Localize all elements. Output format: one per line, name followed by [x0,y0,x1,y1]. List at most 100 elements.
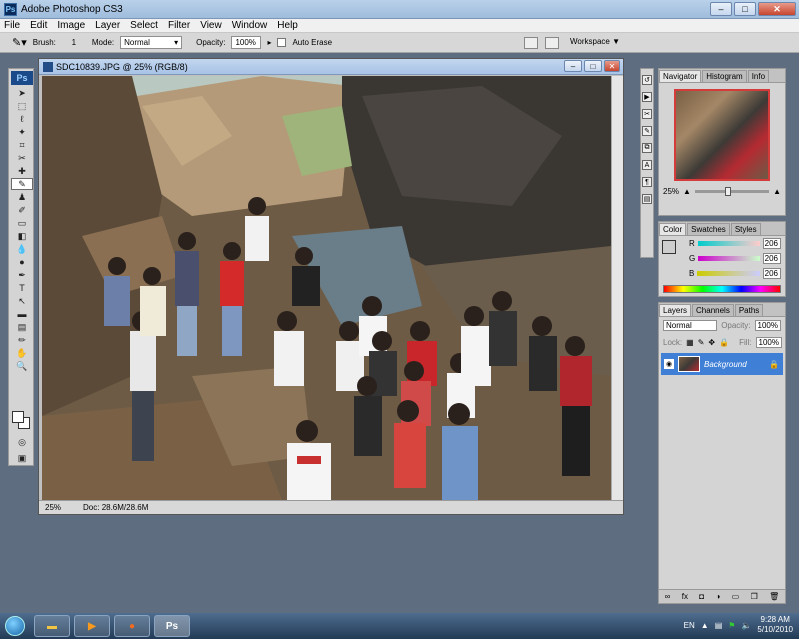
tab-navigator[interactable]: Navigator [659,70,702,82]
marquee-tool-icon[interactable]: ⬚ [11,100,33,112]
magic-wand-tool-icon[interactable]: ✦ [11,126,33,138]
menu-filter[interactable]: Filter [168,20,190,31]
maximize-button[interactable]: □ [734,2,756,16]
tool-presets-icon[interactable]: ✂ [642,109,652,119]
tab-layers[interactable]: Layers [659,304,692,316]
lock-transparency-icon[interactable]: ▦ [686,338,694,347]
tab-histogram[interactable]: Histogram [702,70,747,82]
image-canvas[interactable] [42,76,611,500]
eraser-tool-icon[interactable]: ▭ [11,217,33,229]
start-button[interactable] [0,613,30,639]
layer-row-background[interactable]: ◉ Background 🔒 [661,353,783,375]
tab-color[interactable]: Color [659,223,687,235]
network-icon[interactable]: ▤ [715,621,723,630]
tab-channels[interactable]: Channels [692,304,734,316]
zoom-in-icon[interactable]: ▲ [773,187,781,196]
menu-help[interactable]: Help [277,20,298,31]
clone-source-icon[interactable]: ⧉ [642,143,652,153]
path-selection-tool-icon[interactable]: ↖ [11,295,33,307]
layer-style-icon[interactable]: fx [682,592,688,601]
layer-mask-icon[interactable]: ◘ [699,592,704,601]
shape-tool-icon[interactable]: ▬ [11,308,33,320]
menu-view[interactable]: View [200,20,222,31]
chevron-right-icon[interactable]: ▸ [267,38,271,47]
red-channel-slider[interactable] [697,241,760,246]
pencil-tool-preset-icon[interactable]: ✎▾ [12,36,27,49]
device-icon[interactable] [545,37,559,49]
color-panel-foreground-swatch[interactable] [662,240,676,254]
document-size-info[interactable]: Doc: 28.6M/28.6M [83,503,148,512]
lasso-tool-icon[interactable]: ℓ [11,113,33,125]
menu-edit[interactable]: Edit [30,20,47,31]
layers-opacity-field[interactable]: 100% [754,320,781,331]
tray-arrow-icon[interactable]: ▲ [701,621,709,630]
document-maximize-button[interactable]: □ [584,60,602,72]
document-titlebar[interactable]: SDC10839.JPG @ 25% (RGB/8) – □ ✕ [39,59,623,75]
link-layers-icon[interactable]: ∞ [665,592,671,601]
tab-styles[interactable]: Styles [730,223,761,235]
taskbar-firefox-button[interactable]: ● [114,615,150,637]
mode-select[interactable]: Normal ▾ [120,36,183,49]
language-indicator[interactable]: EN [684,621,695,630]
character-panel-icon[interactable]: A [642,160,652,170]
menu-image[interactable]: Image [57,20,85,31]
workspace-menu[interactable]: Workspace ▼ [570,37,620,46]
navigator-zoom-value[interactable]: 25% [663,187,679,196]
new-layer-icon[interactable]: ❐ [751,592,758,601]
navigator-preview[interactable] [674,89,770,181]
document-close-button[interactable]: ✕ [604,60,620,72]
green-channel-slider[interactable] [698,256,760,261]
delete-layer-icon[interactable]: 🗑 [769,592,779,601]
document-minimize-button[interactable]: – [564,60,582,72]
layer-comps-icon[interactable]: ▤ [642,194,652,204]
pencil-tool-icon[interactable]: ✎ [11,178,33,190]
blur-tool-icon[interactable]: 💧 [11,243,33,255]
green-channel-value[interactable]: 206 [763,253,781,264]
actions-panel-icon[interactable]: ▶ [642,92,652,102]
crop-tool-icon[interactable]: ⌗ [11,139,33,151]
hand-tool-icon[interactable]: ✋ [11,347,33,359]
flag-icon[interactable]: ⚑ [728,621,735,630]
document-zoom-level[interactable]: 25% [45,503,61,512]
notes-tool-icon[interactable]: ▤ [11,321,33,333]
gradient-tool-icon[interactable]: ◧ [11,230,33,242]
new-group-icon[interactable]: ▭ [732,592,740,601]
taskbar-photoshop-button[interactable]: Ps [154,615,190,637]
zoom-out-icon[interactable]: ▲ [683,187,691,196]
brush-size-picker[interactable]: 1 [62,38,86,47]
close-button[interactable]: ✕ [758,2,796,16]
lock-image-icon[interactable]: ✎ [698,338,705,347]
blue-channel-slider[interactable] [697,271,760,276]
taskbar-explorer-button[interactable]: ▬ [34,615,70,637]
volume-icon[interactable]: 🔈 [741,621,751,630]
pen-tool-icon[interactable]: ✒ [11,269,33,281]
history-panel-icon[interactable]: ↺ [642,75,652,85]
palette-well-icon[interactable] [524,37,538,49]
type-tool-icon[interactable]: T [11,282,33,294]
auto-erase-checkbox[interactable] [277,38,287,47]
fill-field[interactable]: 100% [755,337,782,348]
zoom-tool-icon[interactable]: 🔍 [11,360,33,372]
screen-mode-icon[interactable]: ▣ [11,452,33,464]
eyedropper-tool-icon[interactable]: ✏ [11,334,33,346]
clone-stamp-tool-icon[interactable]: ♟ [11,191,33,203]
tab-paths[interactable]: Paths [734,304,764,316]
opacity-field[interactable]: 100% [231,36,262,49]
menu-select[interactable]: Select [130,20,158,31]
slice-tool-icon[interactable]: ✂ [11,152,33,164]
brushes-panel-icon[interactable]: ✎ [642,126,652,136]
zoom-slider-knob[interactable] [724,187,731,196]
tab-swatches[interactable]: Swatches [687,223,730,235]
menu-window[interactable]: Window [232,20,268,31]
minimize-button[interactable]: – [710,2,732,16]
eye-icon[interactable]: ◉ [664,359,674,369]
blue-channel-value[interactable]: 206 [763,268,781,279]
foreground-color-swatch[interactable] [12,411,24,423]
adjustment-layer-icon[interactable]: ◑ [715,592,720,601]
lock-position-icon[interactable]: ✥ [708,338,715,347]
quick-mask-icon[interactable]: ◎ [11,436,33,448]
color-spectrum-ramp[interactable] [663,285,781,293]
menu-file[interactable]: File [4,20,20,31]
healing-brush-tool-icon[interactable]: ✚ [11,165,33,177]
history-brush-tool-icon[interactable]: ✐ [11,204,33,216]
